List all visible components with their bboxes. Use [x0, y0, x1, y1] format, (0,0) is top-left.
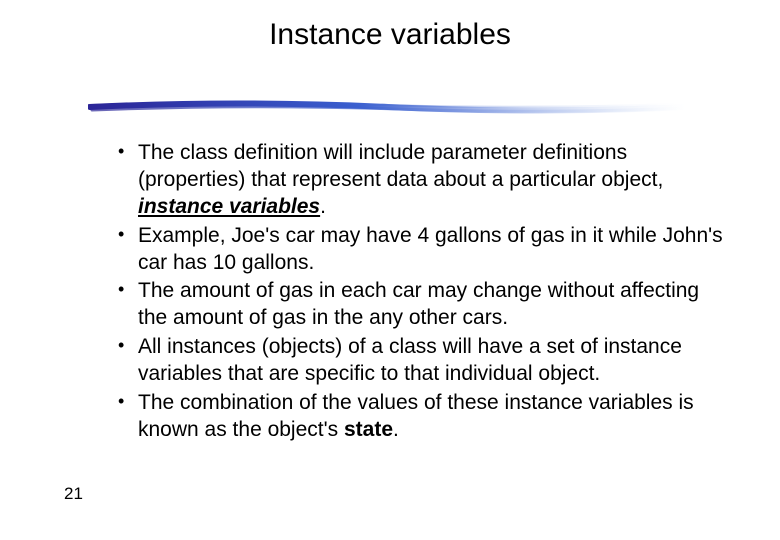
- bullet-item: The amount of gas in each car may change…: [118, 278, 728, 332]
- bullet-text-segment: state: [344, 418, 393, 441]
- bullet-text-segment: All instances (objects) of a class will …: [138, 335, 682, 385]
- bullet-text-segment: The amount of gas in each car may change…: [138, 279, 699, 329]
- bullet-text-segment: The combination of the values of these i…: [138, 391, 694, 441]
- bullet-item: Example, Joe's car may have 4 gallons of…: [118, 223, 728, 277]
- bullet-text-segment: instance variables: [138, 195, 320, 218]
- bullet-text-segment: .: [320, 195, 326, 218]
- content-area: The class definition will include parame…: [118, 140, 728, 446]
- bullet-item: The class definition will include parame…: [118, 140, 728, 221]
- divider-brush-stroke: [88, 98, 688, 116]
- bullet-list: The class definition will include parame…: [118, 140, 728, 444]
- bullet-item: The combination of the values of these i…: [118, 390, 728, 444]
- bullet-text-segment: .: [393, 418, 399, 441]
- slide-title: Instance variables: [0, 18, 780, 52]
- slide: Instance variables The class definition …: [0, 0, 780, 540]
- bullet-text-segment: The class definition will include parame…: [138, 141, 663, 191]
- bullet-text-segment: Example, Joe's car may have 4 gallons of…: [138, 224, 723, 274]
- bullet-item: All instances (objects) of a class will …: [118, 334, 728, 388]
- page-number: 21: [64, 484, 83, 504]
